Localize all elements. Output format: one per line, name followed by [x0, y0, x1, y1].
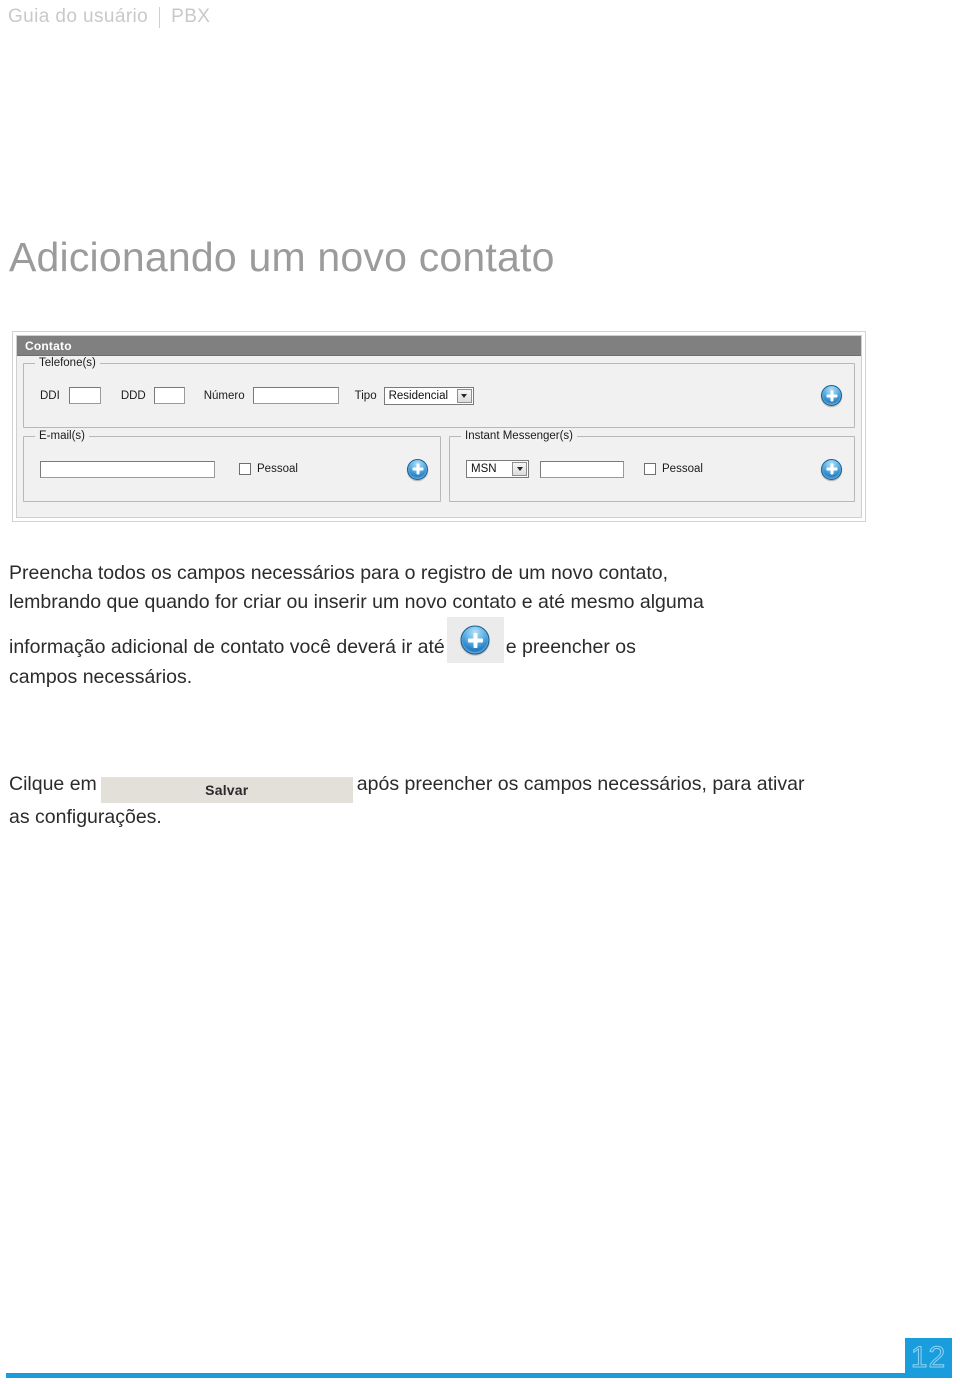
page-title: Adicionando um novo contato — [9, 234, 555, 280]
app-window-titlebar: Contato — [17, 336, 861, 356]
plus-circle-icon — [460, 625, 490, 655]
page-number: 12 — [910, 1341, 947, 1375]
im-service-select[interactable]: MSN — [466, 460, 529, 478]
email-field-row: Pessoal — [24, 437, 440, 501]
header-guide-label: Guia do usuário — [8, 6, 149, 27]
ddi-input[interactable] — [68, 387, 101, 404]
app-screenshot-figure: Contato Telefone(s) DDI DDD Número Tipo … — [12, 331, 866, 522]
save-button[interactable]: Salvar — [100, 777, 353, 803]
email-groupbox: E-mail(s) Pessoal — [23, 430, 441, 502]
im-field-row: MSN Pessoal — [450, 437, 854, 501]
page-number-badge: 12 — [905, 1338, 952, 1378]
document-header: Guia do usuário PBX — [8, 6, 210, 28]
inline-add-icon-figure — [446, 617, 504, 663]
phone-groupbox: Telefone(s) DDI DDD Número Tipo Residenc… — [23, 357, 855, 428]
ddd-input[interactable] — [153, 387, 185, 404]
app-window-title: Contato — [25, 338, 72, 353]
numero-input[interactable] — [252, 387, 339, 404]
im-service-select-value: MSN — [471, 463, 497, 475]
app-window: Contato Telefone(s) DDI DDD Número Tipo … — [16, 335, 862, 518]
phone-groupbox-legend: Telefone(s) — [35, 357, 100, 369]
ddi-label: DDI — [40, 389, 60, 402]
im-add-button[interactable] — [821, 458, 842, 480]
email-add-button[interactable] — [407, 458, 428, 480]
im-account-input[interactable] — [540, 460, 624, 478]
email-groupbox-legend: E-mail(s) — [35, 430, 89, 442]
im-personal-label: Pessoal — [662, 463, 703, 475]
tipo-select[interactable]: Residencial — [383, 386, 474, 405]
numero-label: Número — [203, 389, 245, 402]
header-divider — [159, 6, 161, 28]
chevron-down-icon — [512, 462, 527, 476]
phone-add-button[interactable] — [821, 385, 842, 406]
instruction-paragraph: Preencha todos os campos necessários par… — [9, 559, 709, 692]
email-personal-label: Pessoal — [257, 463, 298, 475]
save-instruction-prefix: Cilque em — [9, 773, 97, 795]
tipo-label: Tipo — [354, 389, 377, 402]
header-product-label: PBX — [171, 6, 211, 27]
contact-extra-row: E-mail(s) Pessoal Instant Messenger(s) M… — [23, 430, 855, 502]
email-personal-checkbox[interactable] — [239, 463, 251, 475]
ddd-label: DDD — [120, 389, 146, 402]
email-input[interactable] — [40, 460, 215, 478]
app-window-body: Telefone(s) DDI DDD Número Tipo Residenc… — [17, 356, 861, 517]
im-groupbox: Instant Messenger(s) MSN Pessoal — [449, 430, 855, 502]
phone-field-row: DDI DDD Número Tipo Residencial — [24, 364, 854, 427]
save-instruction: Cilque em Salvar após preencher os campos … — [9, 770, 809, 832]
im-groupbox-legend: Instant Messenger(s) — [461, 430, 578, 442]
footer-rule — [6, 1373, 908, 1378]
im-personal-checkbox[interactable] — [644, 463, 656, 475]
chevron-down-icon — [456, 388, 472, 403]
tipo-select-value: Residencial — [388, 389, 449, 402]
